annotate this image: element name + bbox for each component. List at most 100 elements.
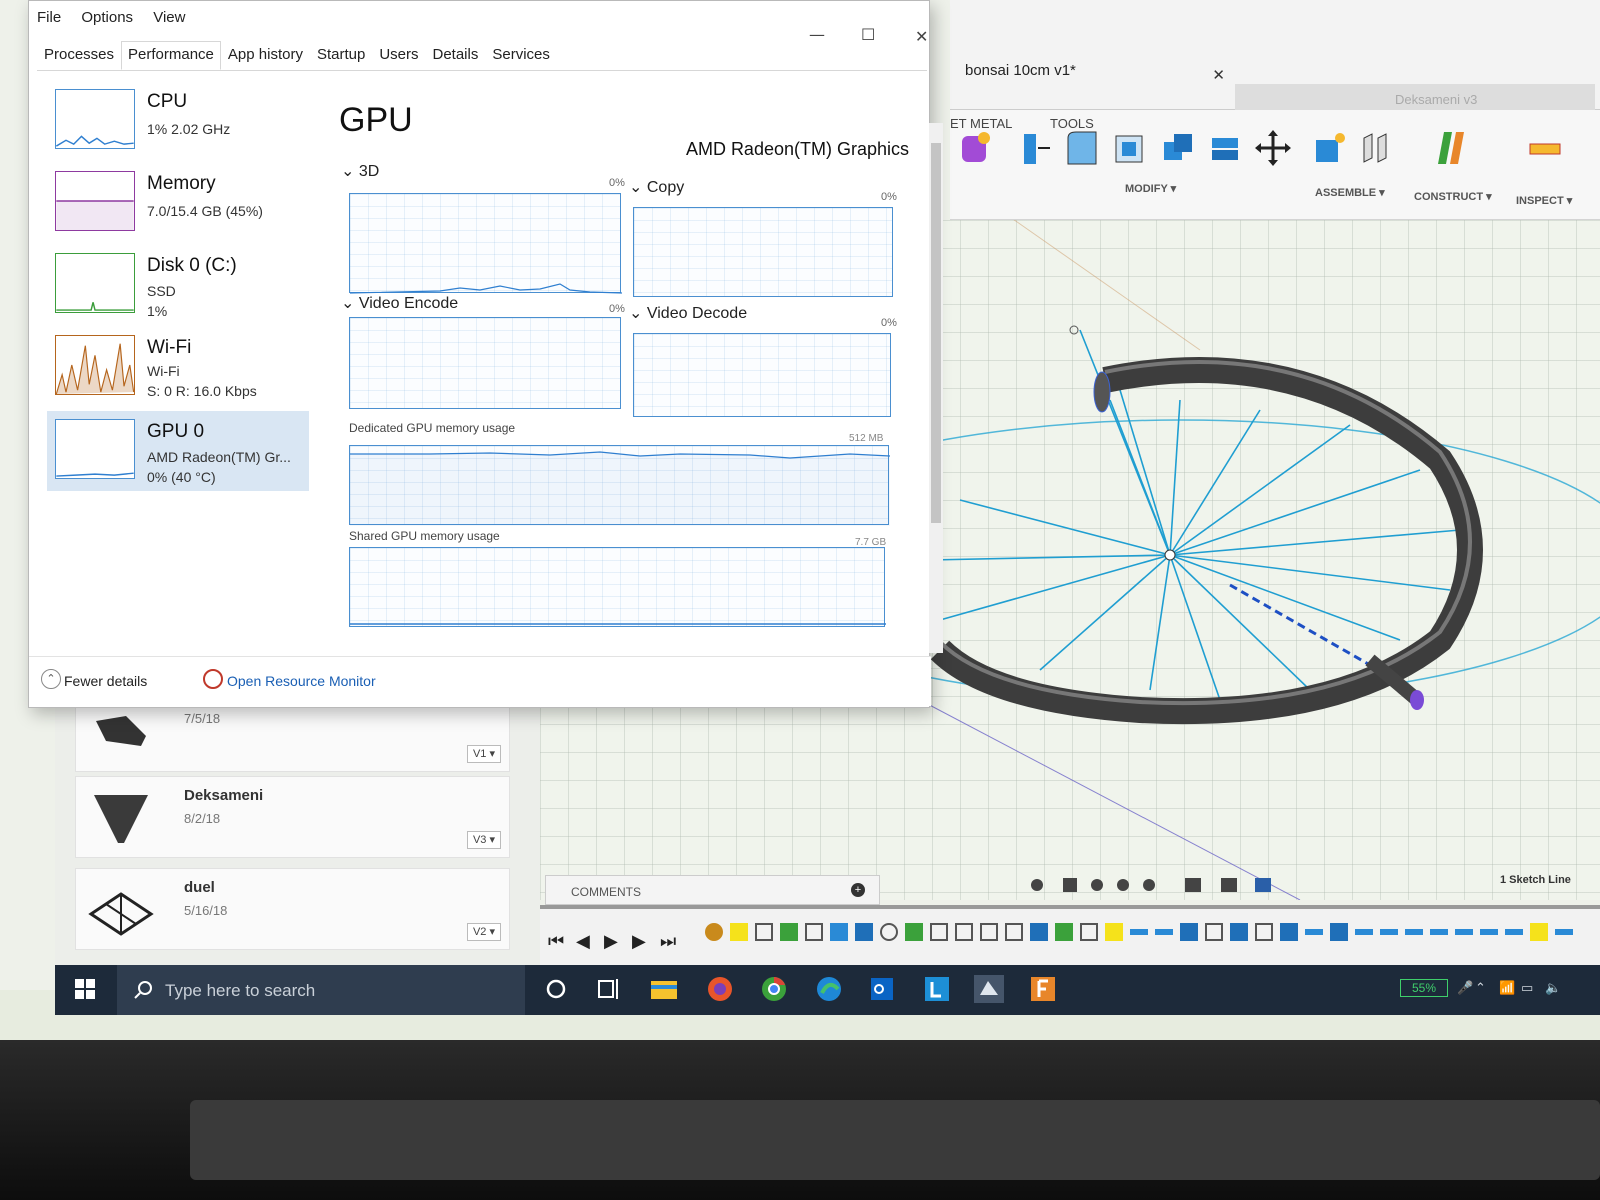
windows-start-icon[interactable] xyxy=(65,975,105,1005)
modify-menu[interactable]: MODIFY ▾ xyxy=(1125,182,1176,195)
mic-icon[interactable]: 🎤 xyxy=(1457,981,1473,996)
look-at-icon[interactable] xyxy=(1063,878,1077,892)
shell-icon[interactable] xyxy=(1112,128,1148,168)
skip-end-icon[interactable]: ⏭ xyxy=(660,931,676,952)
open-resource-monitor-link[interactable]: Open Resource Monitor xyxy=(227,673,376,689)
timeline-feature-icon[interactable] xyxy=(930,923,948,941)
timeline-feature-icon[interactable] xyxy=(1105,923,1123,941)
tab-services[interactable]: Services xyxy=(485,41,557,70)
tab-users[interactable]: Users xyxy=(372,41,425,70)
fewer-details-button[interactable]: Fewer details xyxy=(64,673,147,689)
measure-icon[interactable] xyxy=(1526,128,1562,168)
timeline-feature-icon[interactable] xyxy=(1480,929,1498,935)
l-app-icon[interactable] xyxy=(917,971,955,1007)
comments-panel[interactable]: COMMENTS + xyxy=(545,875,880,905)
outlook-icon[interactable] xyxy=(863,971,901,1007)
tab-processes[interactable]: Processes xyxy=(37,41,121,70)
timeline-feature-icon[interactable] xyxy=(1430,929,1448,935)
timeline-feature-icon[interactable] xyxy=(1205,923,1223,941)
timeline-feature-icon[interactable] xyxy=(1030,923,1048,941)
search-input[interactable]: Type here to search xyxy=(117,965,525,1015)
power-icon[interactable]: ▭ xyxy=(1521,981,1533,996)
timeline-feature-icon[interactable] xyxy=(755,923,773,941)
construct-menu[interactable]: CONSTRUCT ▾ xyxy=(1414,190,1492,203)
replace-face-icon[interactable] xyxy=(1208,128,1244,168)
battery-indicator[interactable]: 55% xyxy=(1400,979,1448,997)
viewports-icon[interactable] xyxy=(1255,878,1271,892)
chevron-up-icon[interactable]: ⌃ xyxy=(41,669,61,689)
assemble-menu[interactable]: ASSEMBLE ▾ xyxy=(1315,186,1385,199)
zoom-icon[interactable] xyxy=(1117,879,1129,891)
timeline-feature-icon[interactable] xyxy=(1280,923,1298,941)
menu-view[interactable]: View xyxy=(153,9,185,26)
timeline-feature-icon[interactable] xyxy=(955,923,973,941)
fillet-icon[interactable] xyxy=(1064,128,1100,168)
version-dropdown[interactable]: V1 ▾ xyxy=(467,745,501,763)
inspect-menu[interactable]: INSPECT ▾ xyxy=(1516,194,1572,207)
step-back-icon[interactable]: ◀ xyxy=(576,931,590,952)
document-tab[interactable]: bonsai 10cm v1* ✕ xyxy=(965,62,1225,92)
timeline-feature-icon[interactable] xyxy=(1330,923,1348,941)
new-component-icon[interactable] xyxy=(1312,128,1348,168)
fit-icon[interactable] xyxy=(1143,879,1155,891)
timeline-feature-icon[interactable] xyxy=(1005,923,1023,941)
scrollbar-thumb[interactable] xyxy=(931,143,941,523)
timeline-feature-icon[interactable] xyxy=(730,923,748,941)
resource-item-gpu[interactable]: GPU 0 AMD Radeon(TM) Gr... 0% (40 °C) xyxy=(47,411,309,491)
firefox-icon[interactable] xyxy=(701,971,739,1007)
timeline-feature-icon[interactable] xyxy=(1355,929,1373,935)
timeline-feature-icon[interactable] xyxy=(1130,929,1148,935)
create-form-icon[interactable] xyxy=(958,128,994,168)
timeline-feature-icon[interactable] xyxy=(1055,923,1073,941)
timeline-feature-icon[interactable] xyxy=(1080,923,1098,941)
tab-details[interactable]: Details xyxy=(426,41,486,70)
cortana-icon[interactable] xyxy=(537,971,575,1007)
timeline-feature-icon[interactable] xyxy=(830,923,848,941)
menu-options[interactable]: Options xyxy=(81,9,133,26)
timeline-feature-icon[interactable] xyxy=(905,923,923,941)
timeline-feature-icon[interactable] xyxy=(1455,929,1473,935)
offset-plane-icon[interactable] xyxy=(1434,128,1470,168)
task-view-icon[interactable] xyxy=(590,971,628,1007)
timeline-feature-icon[interactable] xyxy=(1530,923,1548,941)
timeline-feature-icon[interactable] xyxy=(980,923,998,941)
timeline-feature-icon[interactable] xyxy=(1305,929,1323,935)
pan-icon[interactable] xyxy=(1091,879,1103,891)
grid-settings-icon[interactable] xyxy=(1221,878,1237,892)
edge-icon[interactable] xyxy=(810,971,848,1007)
graph-video-decode-label[interactable]: ⌄ Video Decode xyxy=(629,303,747,323)
graph-3d-label[interactable]: ⌄ 3D xyxy=(341,161,379,181)
skip-start-icon[interactable]: ⏮ xyxy=(548,931,564,952)
resource-item-cpu[interactable]: CPU 1% 2.02 GHz xyxy=(47,81,309,161)
list-item[interactable]: Deksameni 8/2/18 V3 ▾ xyxy=(75,776,510,858)
timeline-feature-icon[interactable] xyxy=(1380,929,1398,935)
chrome-icon[interactable] xyxy=(755,971,793,1007)
file-explorer-icon[interactable] xyxy=(645,971,683,1007)
menu-file[interactable]: File xyxy=(37,9,61,26)
timeline-feature-icon[interactable] xyxy=(1405,929,1423,935)
step-forward-icon[interactable]: ▶ xyxy=(632,931,646,952)
timeline-feature-icon[interactable] xyxy=(880,923,898,941)
timeline-feature-icon[interactable] xyxy=(1155,929,1173,935)
combine-icon[interactable] xyxy=(1160,128,1196,168)
play-icon[interactable]: ▶ xyxy=(604,931,618,952)
tab-performance[interactable]: Performance xyxy=(121,41,221,70)
version-dropdown[interactable]: V2 ▾ xyxy=(467,923,501,941)
volume-icon[interactable]: 🔈 xyxy=(1545,981,1561,996)
graph-video-encode-label[interactable]: ⌄ Video Encode xyxy=(341,293,458,313)
timeline-feature-icon[interactable] xyxy=(1505,929,1523,935)
timeline-feature-icon[interactable] xyxy=(1555,929,1573,935)
graph-copy-label[interactable]: ⌄ Copy xyxy=(629,177,684,197)
press-pull-icon[interactable] xyxy=(1018,128,1054,168)
fusion360-icon[interactable] xyxy=(970,971,1008,1007)
timeline-feature-icon[interactable] xyxy=(1230,923,1248,941)
resource-monitor-icon[interactable] xyxy=(203,669,223,689)
timeline-feature-icon[interactable] xyxy=(780,923,798,941)
timeline-feature-icon[interactable] xyxy=(705,923,723,941)
move-icon[interactable] xyxy=(1255,128,1291,168)
add-comment-icon[interactable]: + xyxy=(851,883,865,897)
chevron-up-icon[interactable]: ⌃ xyxy=(1475,981,1486,996)
version-dropdown[interactable]: V3 ▾ xyxy=(467,831,501,849)
timeline-feature-icon[interactable] xyxy=(1255,923,1273,941)
f-app-icon[interactable] xyxy=(1023,971,1061,1007)
